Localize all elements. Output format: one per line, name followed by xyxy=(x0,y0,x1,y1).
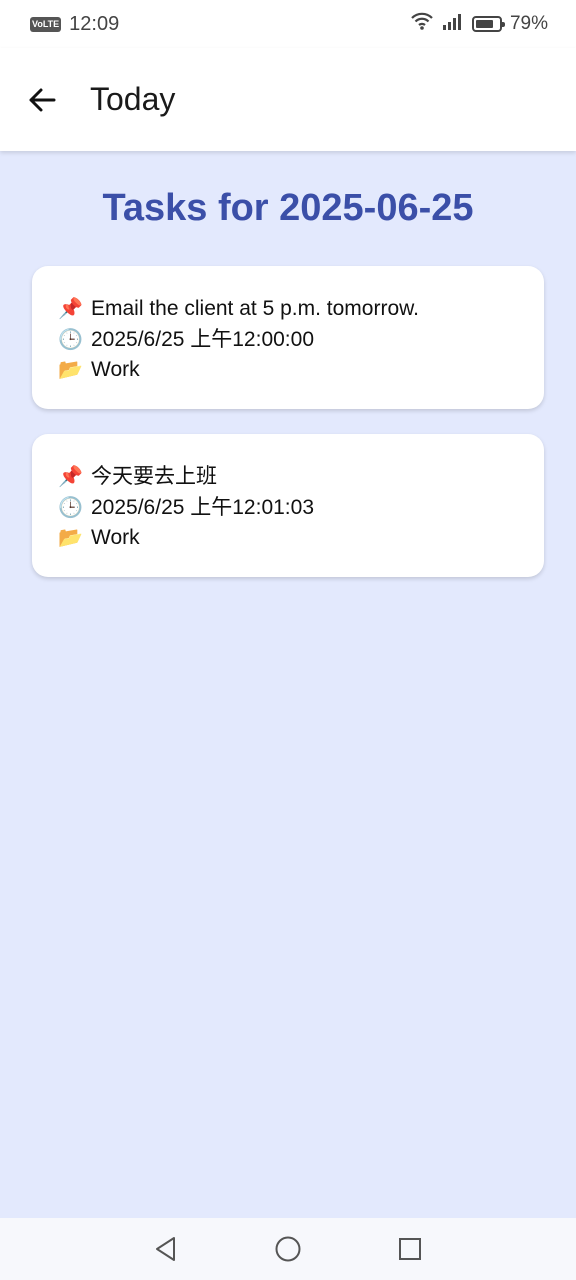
status-right: 79% xyxy=(410,11,548,37)
task-category-row: 📂 Work xyxy=(58,523,518,554)
task-category: Work xyxy=(91,358,140,381)
clock-icon: 🕒 xyxy=(58,328,83,351)
task-list-screen: Tasks for 2025-06-25 📌 Email the client … xyxy=(0,151,576,1218)
status-bar: VoLTE 12:09 79% xyxy=(0,0,576,48)
pin-icon: 📌 xyxy=(58,466,83,488)
back-button[interactable] xyxy=(24,82,60,118)
nav-recents-button[interactable] xyxy=(390,1229,430,1269)
battery-icon xyxy=(471,16,505,32)
arrow-left-icon xyxy=(29,88,56,111)
task-title: 今天要去上班 xyxy=(91,465,217,488)
task-category-row: 📂 Work xyxy=(58,355,518,386)
task-title-row: 📌 Email the client at 5 p.m. tomorrow. xyxy=(58,294,518,325)
nav-home-button[interactable] xyxy=(268,1229,308,1269)
task-category: Work xyxy=(91,526,140,549)
back-triangle-icon xyxy=(156,1237,175,1261)
task-title-row: 📌 今天要去上班 xyxy=(58,462,518,493)
folder-icon: 📂 xyxy=(58,527,83,549)
task-card[interactable]: 📌 Email the client at 5 p.m. tomorrow. 🕒… xyxy=(32,266,544,409)
folder-icon: 📂 xyxy=(58,359,83,381)
clock-icon: 🕒 xyxy=(58,496,83,519)
page-heading: Tasks for 2025-06-25 xyxy=(102,187,474,229)
status-time: 12:09 xyxy=(69,12,120,35)
task-datetime-row: 🕒 2025/6/25 上午12:00:00 xyxy=(58,325,518,356)
task-title: Email the client at 5 p.m. tomorrow. xyxy=(91,297,419,320)
signal-icon xyxy=(442,11,464,37)
volte-badge: VoLTE xyxy=(30,16,62,32)
home-circle-icon xyxy=(275,1236,301,1262)
pin-icon: 📌 xyxy=(58,298,83,320)
nav-back-button[interactable] xyxy=(146,1229,186,1269)
task-datetime-row: 🕒 2025/6/25 上午12:01:03 xyxy=(58,493,518,524)
status-left: VoLTE 12:09 xyxy=(30,13,119,36)
wifi-icon xyxy=(410,11,434,37)
task-card[interactable]: 📌 今天要去上班 🕒 2025/6/25 上午12:01:03 📂 Work xyxy=(32,434,544,577)
app-bar: Today xyxy=(0,48,576,151)
recents-square-icon xyxy=(399,1238,421,1260)
battery-fill xyxy=(475,20,494,28)
task-datetime: 2025/6/25 上午12:01:03 xyxy=(91,495,315,519)
task-datetime: 2025/6/25 上午12:00:00 xyxy=(91,327,315,351)
battery-percent: 79% xyxy=(509,13,548,34)
system-nav-bar xyxy=(0,1218,576,1280)
app-title: Today xyxy=(90,81,176,117)
